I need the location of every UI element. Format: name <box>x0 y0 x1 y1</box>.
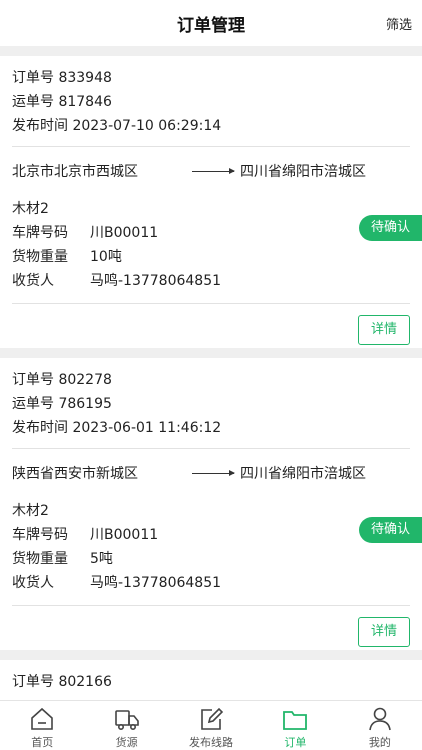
route: 陕西省西安市新城区 四川省绵阳市涪城区 <box>12 449 410 497</box>
route-origin: 北京市北京市西城区 <box>12 164 138 180</box>
weight-value: 5吨 <box>90 551 113 567</box>
status-badge: 待确认 <box>358 517 422 543</box>
route-destination: 四川省绵阳市涪城区 <box>240 164 366 180</box>
page-title: 订单管理 <box>177 15 245 36</box>
order-number: 订单号 802278 <box>12 372 112 388</box>
goods-name: 木材2 <box>12 503 49 519</box>
tab-cargo[interactable]: 货源 <box>84 701 168 750</box>
plate-value: 川B00011 <box>90 527 159 543</box>
weight-label: 货物重量 <box>12 249 68 265</box>
plate-label: 车牌号码 <box>12 225 68 241</box>
weight-label: 货物重量 <box>12 551 68 567</box>
filter-button[interactable]: 筛选 <box>386 14 412 33</box>
edit-icon <box>201 707 224 730</box>
order-card: 订单号 833948 运单号 817846 发布时间 2023-07-10 06… <box>0 56 422 348</box>
tab-label: 首页 <box>31 736 54 749</box>
receiver-label: 收货人 <box>12 575 54 591</box>
route-destination: 四川省绵阳市涪城区 <box>240 466 366 482</box>
plate-label: 车牌号码 <box>12 527 68 543</box>
arrow-right-icon <box>192 469 235 476</box>
tab-home[interactable]: 首页 <box>0 701 84 750</box>
waybill-number: 运单号 817846 <box>12 94 112 110</box>
detail-button[interactable]: 详情 <box>358 315 410 345</box>
tab-mine[interactable]: 我的 <box>338 701 422 750</box>
route: 北京市北京市西城区 四川省绵阳市涪城区 <box>12 147 410 195</box>
waybill-number: 运单号 786195 <box>12 396 112 412</box>
order-number: 订单号 802166 <box>12 674 112 690</box>
receiver-value: 马鸣-13778064851 <box>90 575 222 591</box>
order-card: 订单号 802278 运单号 786195 发布时间 2023-06-01 11… <box>0 358 422 650</box>
tab-label: 订单 <box>284 736 307 749</box>
route-origin: 陕西省西安市新城区 <box>12 466 138 482</box>
folder-icon <box>283 711 308 730</box>
detail-button[interactable]: 详情 <box>358 617 410 647</box>
goods-info: 木材2 车牌号码 川B00011 货物重量 10吨 收货人 马鸣-1377806485… <box>12 195 422 303</box>
user-icon <box>369 707 391 731</box>
tab-label: 我的 <box>368 736 391 749</box>
order-list[interactable]: 订单号 833948 运单号 817846 发布时间 2023-07-10 06… <box>0 46 422 700</box>
tab-publish-route[interactable]: 发布线路 <box>169 701 253 750</box>
plate-value: 川B00011 <box>90 225 159 241</box>
receiver-value: 马鸣-13778064851 <box>90 273 222 289</box>
tab-label: 发布线路 <box>189 736 234 749</box>
order-number: 订单号 833948 <box>12 70 112 86</box>
goods-info: 木材2 车牌号码 川B00011 货物重量 5吨 收货人 马鸣-13778064851… <box>12 497 422 605</box>
truck-icon <box>114 710 139 730</box>
status-badge: 待确认 <box>358 215 422 241</box>
top-bar: 订单管理 筛选 <box>0 0 422 46</box>
bottom-tab-bar: 首页 货源 发布线路 订单 我的 <box>0 700 422 750</box>
goods-name: 木材2 <box>12 201 49 217</box>
home-icon <box>31 707 54 730</box>
receiver-label: 收货人 <box>12 273 54 289</box>
publish-time: 发布时间 2023-07-10 06:29:14 <box>12 118 222 134</box>
publish-time: 发布时间 2023-06-01 11:46:12 <box>12 420 222 436</box>
arrow-right-icon <box>192 167 235 174</box>
tab-orders[interactable]: 订单 <box>253 701 337 750</box>
order-card: 订单号 802166 <box>0 660 422 700</box>
tab-label: 货源 <box>115 736 138 749</box>
weight-value: 10吨 <box>90 249 122 265</box>
